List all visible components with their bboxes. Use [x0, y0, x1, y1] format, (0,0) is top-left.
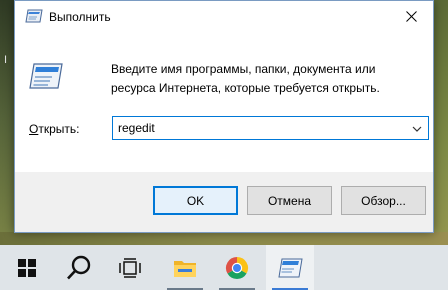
taskbar-file-explorer[interactable] — [161, 245, 209, 290]
run-large-icon — [28, 62, 64, 90]
open-label-hotkey: О — [29, 122, 39, 136]
run-app-icon — [25, 9, 43, 23]
open-combobox[interactable]: regedit — [112, 116, 429, 140]
run-dialog: Выполнить Введите имя программы, папки, … — [14, 0, 434, 233]
desktop-right-edge — [432, 0, 448, 245]
dialog-titlebar[interactable]: Выполнить — [15, 1, 433, 32]
taskbar — [0, 245, 448, 290]
close-icon — [405, 11, 417, 22]
dialog-content: Введите имя программы, папки, документа … — [15, 32, 433, 172]
run-icon — [278, 258, 303, 277]
search-icon — [67, 255, 91, 279]
ok-button[interactable]: OK — [153, 186, 238, 215]
browse-button[interactable]: Обзор... — [341, 186, 426, 215]
open-combobox-value[interactable]: regedit — [118, 121, 155, 135]
open-label: Открыть: — [29, 122, 79, 136]
search-button[interactable] — [55, 245, 103, 290]
cancel-button[interactable]: Отмена — [247, 186, 332, 215]
taskbar-chrome[interactable] — [213, 245, 261, 290]
chrome-icon — [225, 256, 249, 279]
file-explorer-icon — [174, 260, 196, 277]
taskbar-run[interactable] — [266, 245, 314, 290]
dialog-description: Введите имя программы, папки, документа … — [111, 62, 380, 95]
windows-start-icon — [18, 258, 36, 277]
open-label-text: ткрыть: — [38, 122, 80, 136]
close-button[interactable] — [389, 1, 433, 32]
desktop-icon-label-fragment: I — [4, 54, 8, 66]
desktop-bottom-strip — [0, 232, 448, 245]
task-view-icon — [119, 257, 141, 278]
task-view-button[interactable] — [106, 245, 154, 290]
dialog-title: Выполнить — [49, 10, 111, 24]
chevron-down-icon[interactable] — [412, 123, 422, 133]
start-button[interactable] — [3, 245, 51, 290]
